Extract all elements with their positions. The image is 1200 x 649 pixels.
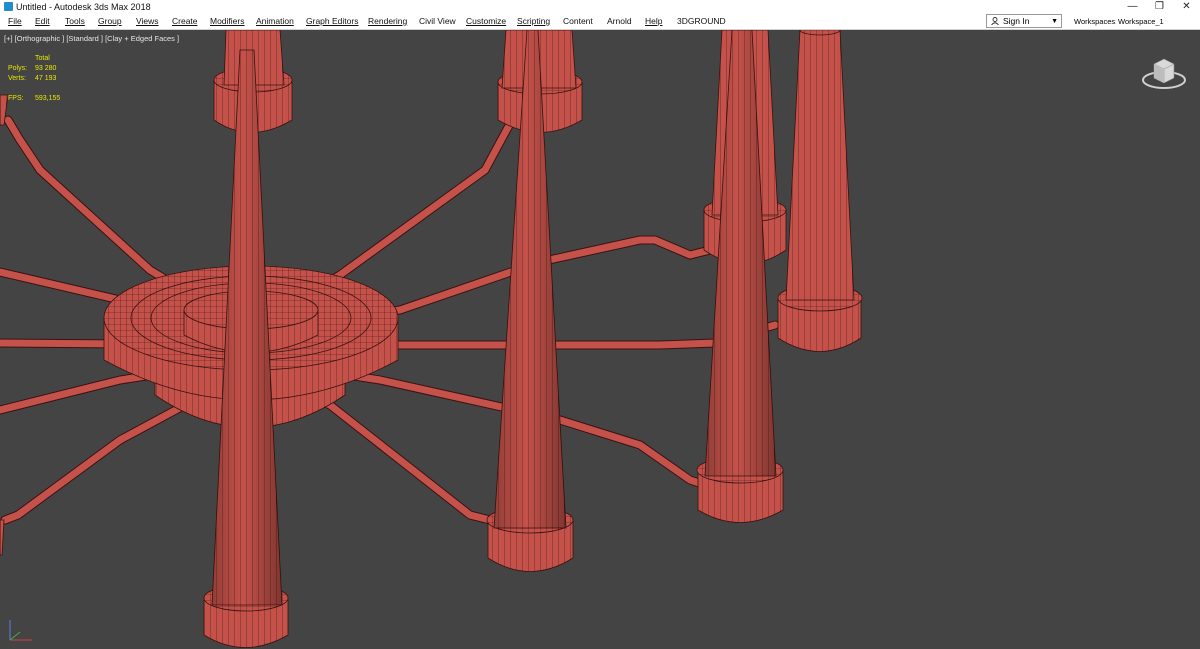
viewcube-icon[interactable] bbox=[1140, 52, 1188, 92]
menu-views[interactable]: Views bbox=[136, 16, 159, 27]
menu-edit[interactable]: Edit bbox=[35, 16, 50, 27]
polys-label: Polys: bbox=[8, 65, 28, 72]
menu-scripting[interactable]: Scripting bbox=[517, 16, 550, 27]
window-controls: — ❐ ✕ bbox=[1119, 0, 1200, 14]
candle-edge-left bbox=[0, 94, 9, 556]
menu-help[interactable]: Help bbox=[645, 16, 662, 27]
candle-right bbox=[777, 30, 863, 352]
fps-label: FPS: bbox=[8, 95, 24, 102]
workspaces-label: Workspaces: bbox=[1074, 17, 1118, 26]
viewport-scene[interactable] bbox=[0, 30, 1200, 649]
window-title: Untitled - Autodesk 3ds Max 2018 bbox=[16, 2, 151, 12]
sign-in-dropdown[interactable]: Sign In ▼ bbox=[986, 14, 1062, 28]
menu-civil-view[interactable]: Civil View bbox=[419, 16, 456, 27]
maximize-button[interactable]: ❐ bbox=[1146, 0, 1173, 14]
verts-value: 47 193 bbox=[35, 75, 57, 82]
menu-create[interactable]: Create bbox=[172, 16, 198, 27]
menu-3dground[interactable]: 3DGROUND bbox=[677, 16, 726, 27]
menu-arnold[interactable]: Arnold bbox=[607, 16, 632, 27]
menu-group[interactable]: Group bbox=[98, 16, 122, 27]
user-icon bbox=[991, 17, 999, 25]
app-icon bbox=[4, 2, 13, 11]
viewport-label[interactable]: [+] [Orthographic ] [Standard ] [Clay + … bbox=[4, 34, 179, 43]
viewport-statistics: Total Polys: 93 280 Verts: 47 193 FPS: 593,… bbox=[8, 54, 88, 104]
menu-file[interactable]: File bbox=[8, 16, 22, 27]
menu-rendering[interactable]: Rendering bbox=[368, 16, 407, 27]
verts-label: Verts: bbox=[8, 75, 26, 82]
close-button[interactable]: ✕ bbox=[1173, 0, 1200, 14]
menu-animation[interactable]: Animation bbox=[256, 16, 294, 27]
minimize-button[interactable]: — bbox=[1119, 0, 1146, 14]
polys-value: 93 280 bbox=[35, 65, 57, 72]
menu-graph-editors[interactable]: Graph Editors bbox=[306, 16, 358, 27]
stats-header: Total bbox=[35, 55, 50, 62]
fps-value: 593,155 bbox=[35, 95, 61, 102]
menu-modifiers[interactable]: Modifiers bbox=[210, 16, 244, 27]
sign-in-label: Sign In bbox=[1003, 16, 1030, 26]
menu-customize[interactable]: Customize bbox=[466, 16, 506, 27]
menu-tools[interactable]: Tools bbox=[65, 16, 85, 27]
workspace-select[interactable]: Workspace_1 bbox=[1116, 14, 1198, 28]
chevron-down-icon: ▼ bbox=[1051, 18, 1058, 25]
menu-content[interactable]: Content bbox=[563, 16, 593, 27]
title-bar: Untitled - Autodesk 3ds Max 2018 — ❐ ✕ bbox=[0, 0, 1200, 14]
workspace-value: Workspace_1 bbox=[1118, 17, 1164, 26]
axis-tripod-icon bbox=[9, 620, 32, 641]
